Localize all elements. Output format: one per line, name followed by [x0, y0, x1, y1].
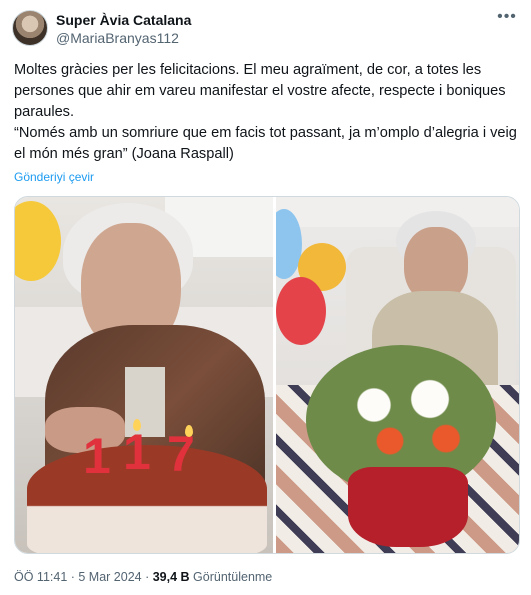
timestamp[interactable]: ÖÖ 11:41 · 5 Mar 2024 · — [14, 570, 153, 584]
views-label: Görüntülenme — [189, 570, 273, 584]
tweet-header: Super Àvia Catalana @MariaBranyas112 ••• — [12, 9, 519, 50]
photo-cake[interactable]: 1 1 7 — [15, 197, 273, 553]
candle-digit: 1 — [123, 424, 151, 480]
photo-flowers[interactable] — [276, 197, 519, 553]
wall-panel — [276, 197, 519, 227]
tweet-meta: ÖÖ 11:41 · 5 Mar 2024 · 39,4 B Görüntüle… — [14, 570, 272, 584]
translate-post-link[interactable]: Gönderiyi çevir — [14, 170, 94, 184]
more-horizontal-icon[interactable]: ••• — [497, 9, 517, 28]
balloon-yellow — [15, 201, 61, 281]
display-name[interactable]: Super Àvia Catalana — [56, 11, 191, 29]
views-count: 39,4 B — [152, 570, 190, 584]
bouquet-wrap — [348, 467, 468, 547]
tweet-text: Moltes gràcies per les felicitacions. El… — [14, 62, 517, 162]
handle[interactable]: @MariaBranyas112 — [56, 29, 191, 47]
candle-digit: 1 — [83, 428, 111, 484]
balloon-red — [276, 277, 326, 345]
candle-flame — [185, 425, 193, 437]
bouquet-flowers — [326, 357, 486, 477]
candle-flame — [133, 419, 141, 431]
media-grid: 1 1 7 — [14, 196, 520, 554]
author-info[interactable]: Super Àvia Catalana @MariaBranyas112 — [56, 11, 191, 47]
avatar[interactable] — [12, 10, 48, 46]
